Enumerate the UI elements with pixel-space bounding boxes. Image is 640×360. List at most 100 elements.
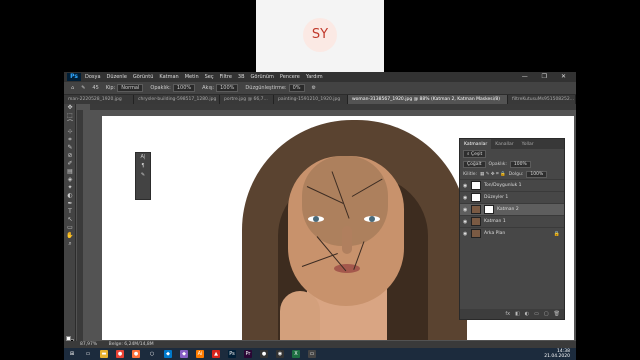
windows-icon[interactable]: ⊞ (68, 350, 76, 358)
photoshop-window: Ps Dosya Düzenle Görüntü Katman Metin Se… (64, 72, 576, 360)
fill-field[interactable]: 100% (526, 170, 548, 178)
tab-doc-2[interactable]: chrysler-building-598517_1280.jpg (134, 95, 220, 104)
layer-mask-thumbnail[interactable] (484, 205, 494, 214)
window-controls[interactable]: — ❐ ✕ (522, 73, 572, 80)
brush-icon[interactable]: ✎ (81, 85, 85, 91)
add-mask-icon[interactable]: ◧ (515, 311, 520, 317)
firefox-icon[interactable]: ● (132, 350, 140, 358)
photoshop-icon[interactable]: Ps (228, 350, 236, 358)
layer-name: Katman 1 (484, 219, 506, 224)
crop-tool-icon[interactable]: ⌗ (64, 136, 76, 144)
menu-help[interactable]: Yardım (306, 74, 323, 80)
stamp-tool-icon[interactable]: ▤ (64, 168, 76, 176)
smoothing-field[interactable]: 0% (288, 84, 305, 92)
history-brush-tool-icon[interactable]: ◈ (64, 176, 76, 184)
paragraph-panel-icon[interactable]: ¶ (136, 162, 150, 171)
lasso-tool-icon[interactable]: ⌒ (64, 120, 76, 128)
menu-view[interactable]: Görünüm (251, 74, 274, 80)
tab-layers[interactable]: Katmanlar (460, 139, 492, 149)
shape-tool-icon[interactable]: ▭ (64, 224, 76, 232)
illustrator-icon[interactable]: Ai (196, 350, 204, 358)
type-tool-icon[interactable]: T (64, 208, 76, 216)
mode-dropdown[interactable]: Normal (117, 84, 144, 92)
layer-row[interactable]: ◉ Düzeyler 1 (460, 191, 564, 203)
opacity-field[interactable]: 100% (172, 84, 196, 92)
eyedropper-tool-icon[interactable]: ✎ (64, 144, 76, 152)
obs-icon[interactable]: ● (260, 350, 268, 358)
flow-field[interactable]: 100% (216, 84, 239, 92)
group-folder-icon[interactable]: ▭ (534, 311, 539, 317)
menu-3d[interactable]: 3B (238, 74, 245, 80)
premiere-icon[interactable]: Pr (244, 350, 252, 358)
adjustment-layer-icon[interactable]: ◐ (525, 311, 529, 317)
brush-tool-icon[interactable]: ✐ (64, 160, 76, 168)
task-view-icon[interactable]: ▭ (84, 350, 92, 358)
marquee-tool-icon[interactable]: ⬚ (64, 112, 76, 120)
zoom-level[interactable]: 87,97% (80, 342, 97, 347)
menu-image[interactable]: Görüntü (133, 74, 153, 80)
excel-icon[interactable]: X (292, 350, 300, 358)
menu-type[interactable]: Metin (185, 74, 199, 80)
zoom-tool-icon[interactable]: ⌕ (64, 240, 76, 248)
lock-label: Kilitle: (463, 171, 478, 177)
blend-mode-dropdown[interactable]: Çoğalt (463, 160, 486, 168)
hand-tool-icon[interactable]: ✋ (64, 232, 76, 240)
trash-icon[interactable]: 🗑 (554, 311, 560, 317)
layer-row-selected[interactable]: ◉ Katman 2 (460, 203, 564, 215)
layer-row[interactable]: ◉ Ton/Doygunluk 1 (460, 179, 564, 191)
tab-doc-active[interactable]: woman-3138567_1920.jpg @ 88% (Katman 2, … (348, 95, 508, 104)
new-layer-icon[interactable]: ▢ (544, 311, 549, 317)
system-clock[interactable]: 14:38 21.04.2020 (544, 349, 570, 359)
tab-doc-1[interactable]: man-2220528_1920.jpg (64, 95, 134, 104)
acrobat-icon[interactable]: ▲ (212, 350, 220, 358)
chrome-icon[interactable]: ● (116, 350, 124, 358)
filter-kind-label: Çeşit (470, 152, 483, 157)
tab-doc-3[interactable]: portre.jpg @ 66,7... (220, 95, 274, 104)
menu-window[interactable]: Pencere (280, 74, 300, 80)
tab-doc-4[interactable]: painting-1591210_1920.jpg (274, 95, 348, 104)
layer-name: Arka Plan (484, 231, 506, 236)
menu-edit[interactable]: Düzenle (107, 74, 127, 80)
layer-row[interactable]: ◉ Katman 1 (460, 215, 564, 227)
folder-icon[interactable]: ▬ (100, 350, 108, 358)
layer-filter-dropdown[interactable]: ⌕ Çeşit (463, 150, 487, 158)
visibility-eye-icon[interactable]: ◉ (463, 219, 468, 225)
document-tabs: man-2220528_1920.jpg chrysler-building-5… (64, 95, 576, 104)
photo-lips (334, 264, 360, 273)
webcam-icon[interactable]: ◉ (276, 350, 284, 358)
eraser-tool-icon[interactable]: ✦ (64, 184, 76, 192)
move-tool-icon[interactable]: ✥ (64, 104, 76, 112)
tab-paths[interactable]: Yollar (518, 139, 538, 149)
path-select-tool-icon[interactable]: ↖ (64, 216, 76, 224)
home-icon[interactable]: ⌂ (71, 85, 74, 91)
tab-doc-6[interactable]: filtreKutusuMs951508252... (508, 95, 576, 104)
visibility-eye-icon[interactable]: ◉ (463, 195, 468, 201)
lock-icons[interactable]: ▦ ✎ ✥ ⌗ 🔒 (480, 171, 506, 177)
menu-layer[interactable]: Katman (159, 74, 178, 80)
vs-icon[interactable]: ◆ (180, 350, 188, 358)
menu-file[interactable]: Dosya (85, 74, 101, 80)
fx-icon[interactable]: fx (505, 311, 510, 317)
visibility-eye-icon[interactable]: ◉ (463, 231, 468, 237)
healing-tool-icon[interactable]: ⊘ (64, 152, 76, 160)
menu-filter[interactable]: Filtre (220, 74, 232, 80)
files-icon[interactable]: ▭ (308, 350, 316, 358)
vscode-icon[interactable]: ◆ (164, 350, 172, 358)
layer-row[interactable]: ◉ Arka Plan 🔒 (460, 227, 564, 239)
photo-eye-right (364, 216, 380, 222)
layer-name: Katman 2 (497, 207, 519, 212)
gradient-tool-icon[interactable]: ◐ (64, 192, 76, 200)
visibility-eye-icon[interactable]: ◉ (463, 183, 468, 189)
layer-opacity-field[interactable]: 100% (509, 160, 531, 168)
quick-select-tool-icon[interactable]: ⊹ (64, 128, 76, 136)
menu-select[interactable]: Seç (205, 74, 214, 80)
character-panel-icon[interactable]: A| (136, 153, 150, 162)
tab-channels[interactable]: Kanallar (491, 139, 517, 149)
cortana-icon[interactable]: ○ (148, 350, 156, 358)
brush-settings-icon[interactable]: ✎ (136, 171, 150, 180)
gear-icon[interactable]: ⚙ (312, 85, 316, 91)
brush-size[interactable]: 45 (92, 85, 98, 91)
pen-tool-icon[interactable]: ✒ (64, 200, 76, 208)
visibility-eye-icon[interactable]: ◉ (463, 207, 468, 213)
layer-thumbnail (471, 181, 481, 190)
